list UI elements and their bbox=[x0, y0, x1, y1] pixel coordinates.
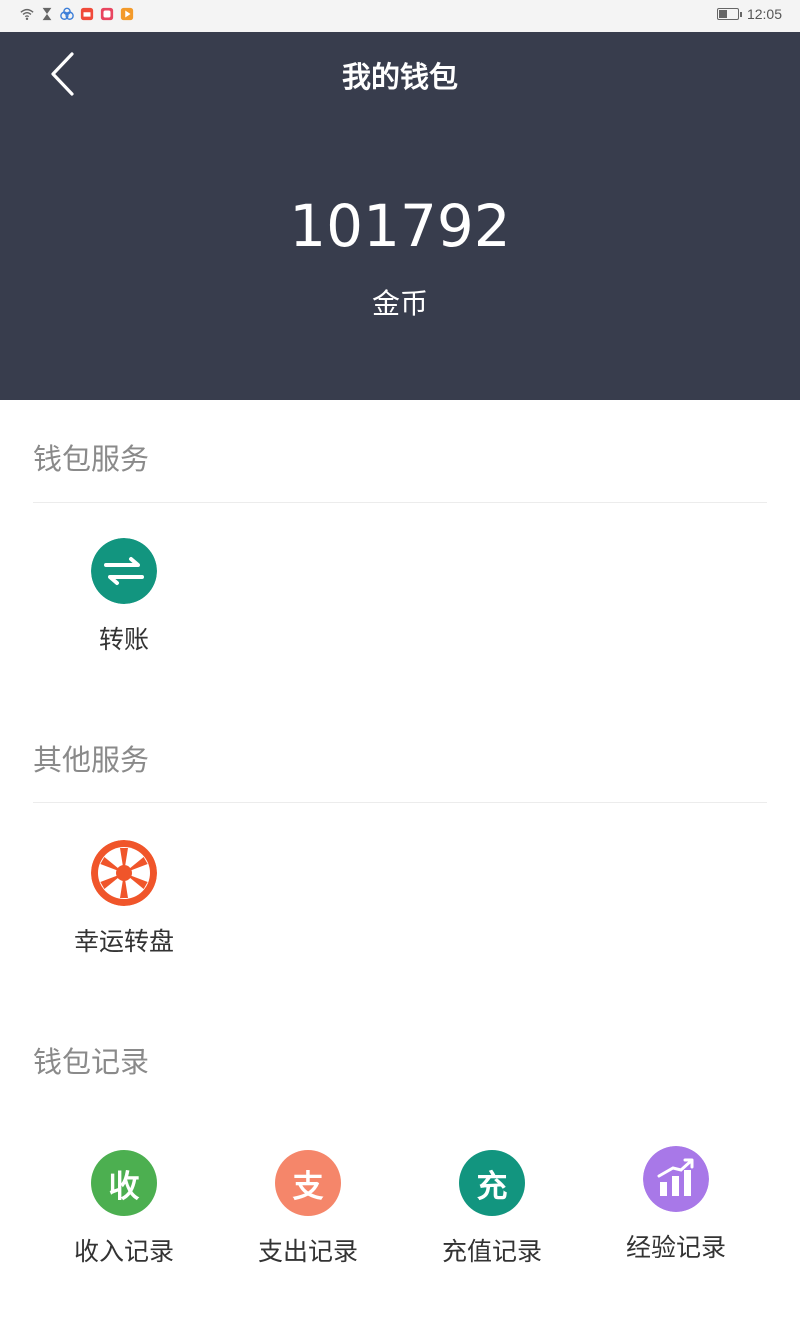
section-title-other-service: 其他服务 bbox=[33, 743, 150, 777]
coin-balance: 101792 bbox=[289, 192, 511, 260]
section-title-wallet-records: 钱包记录 bbox=[33, 1045, 150, 1079]
lucky-wheel-icon bbox=[91, 840, 157, 906]
experience-records-label: 经验记录 bbox=[625, 1233, 726, 1262]
section-divider bbox=[33, 502, 767, 503]
status-bar: 12:05 bbox=[0, 0, 800, 32]
transfer-button[interactable]: 转账 bbox=[32, 538, 216, 668]
expense-icon: 支 bbox=[275, 1150, 341, 1216]
expense-records-button[interactable]: 支 支出记录 bbox=[216, 1150, 400, 1280]
video-app-icon bbox=[80, 7, 94, 21]
wifi-icon bbox=[20, 8, 34, 21]
section-title-wallet-service: 钱包服务 bbox=[33, 442, 150, 476]
recharge-records-button[interactable]: 充 充值记录 bbox=[400, 1150, 584, 1280]
battery-icon bbox=[716, 8, 742, 20]
app-notification-icon bbox=[60, 7, 74, 20]
section-divider bbox=[33, 802, 767, 803]
play-app-icon bbox=[120, 7, 134, 21]
wallet-header: 我的钱包 101792 金币 bbox=[0, 32, 800, 400]
transfer-label: 转账 bbox=[98, 625, 149, 654]
experience-records-button[interactable]: 经验记录 bbox=[584, 1146, 768, 1276]
income-records-button[interactable]: 收 收入记录 bbox=[32, 1150, 216, 1280]
page-title: 我的钱包 bbox=[341, 60, 458, 94]
experience-chart-icon bbox=[643, 1146, 709, 1212]
coin-unit-label: 金币 bbox=[371, 287, 428, 320]
lucky-wheel-button[interactable]: 幸运转盘 bbox=[32, 840, 216, 970]
income-records-label: 收入记录 bbox=[73, 1237, 174, 1266]
hourglass-icon bbox=[42, 7, 52, 21]
expense-records-label: 支出记录 bbox=[257, 1237, 358, 1266]
status-right: 12:05 bbox=[716, 6, 782, 22]
recharge-icon: 充 bbox=[459, 1150, 525, 1216]
income-icon: 收 bbox=[91, 1150, 157, 1216]
transfer-icon bbox=[91, 538, 157, 604]
recharge-records-label: 充值记录 bbox=[441, 1237, 542, 1266]
status-time: 12:05 bbox=[746, 6, 782, 22]
media-app-icon bbox=[100, 7, 114, 21]
lucky-wheel-label: 幸运转盘 bbox=[73, 927, 174, 956]
status-icons bbox=[20, 7, 134, 21]
